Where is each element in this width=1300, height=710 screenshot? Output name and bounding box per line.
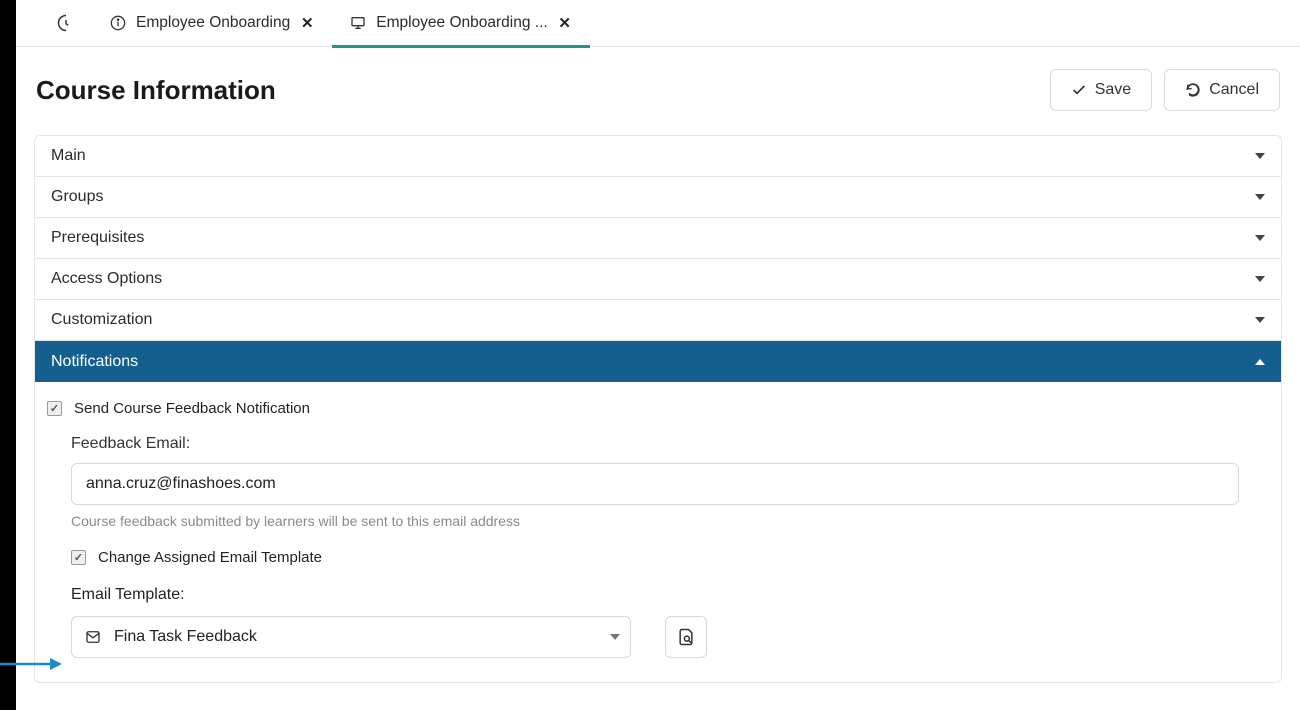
page-header: Course Information Save Cancel	[16, 47, 1300, 119]
accordion-label: Prerequisites	[51, 229, 144, 247]
email-template-label: Email Template:	[71, 586, 1269, 604]
left-gutter	[0, 0, 16, 710]
accordion-notifications[interactable]: Notifications	[35, 341, 1281, 382]
feedback-email-label: Feedback Email:	[71, 435, 1269, 453]
notifications-panel: Send Course Feedback Notification Feedba…	[35, 382, 1281, 682]
chevron-down-icon	[1255, 153, 1265, 159]
tab-label: Employee Onboarding	[136, 14, 290, 32]
save-label: Save	[1095, 81, 1131, 99]
accordion-label: Groups	[51, 188, 103, 206]
send-feedback-checkbox[interactable]	[47, 401, 62, 416]
monitor-icon	[350, 15, 366, 31]
home-tab-icon[interactable]	[40, 0, 92, 47]
save-button[interactable]: Save	[1050, 69, 1152, 111]
accordion-prerequisites[interactable]: Prerequisites	[35, 218, 1281, 259]
feedback-help-text: Course feedback submitted by learners wi…	[71, 513, 1269, 529]
cancel-button[interactable]: Cancel	[1164, 69, 1280, 111]
info-icon	[110, 15, 126, 31]
undo-icon	[1185, 82, 1201, 98]
chevron-down-icon	[1255, 235, 1265, 241]
accordion-label: Notifications	[51, 353, 138, 371]
cancel-label: Cancel	[1209, 81, 1259, 99]
accordion-groups[interactable]: Groups	[35, 177, 1281, 218]
tab-label: Employee Onboarding ...	[376, 14, 547, 32]
chevron-up-icon	[1255, 359, 1265, 365]
accordion-customization[interactable]: Customization	[35, 300, 1281, 341]
send-feedback-label: Send Course Feedback Notification	[74, 400, 310, 417]
close-icon[interactable]: ✕	[558, 16, 572, 30]
email-template-value: Fina Task Feedback	[114, 628, 598, 646]
envelope-icon	[84, 628, 102, 646]
chevron-down-icon	[1255, 194, 1265, 200]
chevron-down-icon	[1255, 276, 1265, 282]
accordion-label: Access Options	[51, 270, 162, 288]
check-icon	[1071, 82, 1087, 98]
chevron-down-icon	[1255, 317, 1265, 323]
tab-bar: Employee Onboarding ✕ Employee Onboardin…	[16, 0, 1300, 47]
accordion-access-options[interactable]: Access Options	[35, 259, 1281, 300]
accordion-label: Customization	[51, 311, 152, 329]
chevron-down-icon	[610, 634, 620, 640]
accordion-main[interactable]: Main	[35, 136, 1281, 177]
accordion: Main Groups Prerequisites Access Options…	[34, 135, 1282, 683]
doc-search-icon	[676, 627, 696, 647]
close-icon[interactable]: ✕	[300, 16, 314, 30]
page-title: Course Information	[36, 75, 276, 106]
tab-employee-onboarding-active[interactable]: Employee Onboarding ... ✕	[332, 0, 589, 47]
tab-employee-onboarding[interactable]: Employee Onboarding ✕	[92, 0, 332, 47]
change-template-checkbox[interactable]	[71, 550, 86, 565]
accordion-label: Main	[51, 147, 86, 165]
email-template-combo[interactable]: Fina Task Feedback	[71, 616, 631, 658]
change-template-label: Change Assigned Email Template	[98, 549, 322, 566]
template-preview-button[interactable]	[665, 616, 707, 658]
feedback-email-input[interactable]	[71, 463, 1239, 505]
